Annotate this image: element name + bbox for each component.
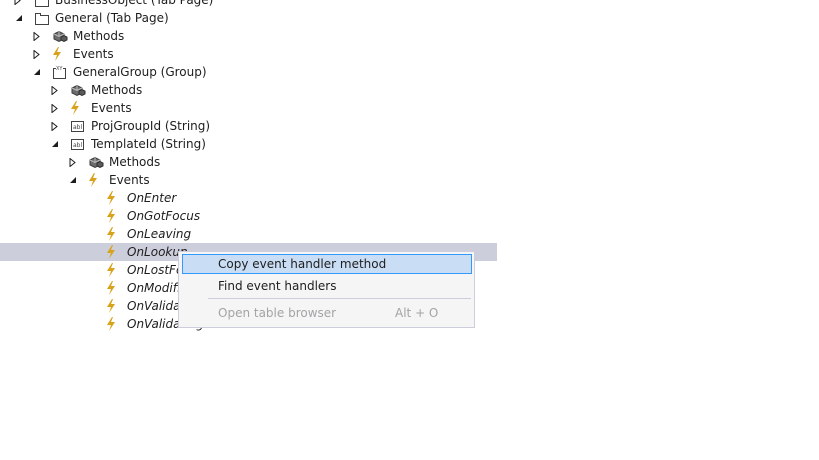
expand-arrow-icon[interactable] (32, 27, 42, 45)
menu-item-label: Open table browser (218, 306, 337, 320)
expand-arrow-icon[interactable] (13, 0, 23, 9)
tree-node-label: Methods (91, 83, 143, 97)
svg-text:abl: abl (73, 142, 82, 149)
collapse-arrow-icon[interactable] (32, 63, 42, 81)
tree-node-label: TemplateId (String) (91, 137, 206, 151)
collapse-arrow-icon[interactable] (68, 171, 78, 189)
tree-node-label: Methods (73, 29, 125, 43)
tree-node-general-tab-page[interactable]: General (Tab Page) (0, 9, 819, 27)
svg-text:XY: XY (56, 66, 63, 72)
expand-arrow-icon[interactable] (32, 45, 42, 63)
tree-node-businessobject-tab-page[interactable]: BusinessObject (Tab Page) (0, 0, 819, 9)
expand-arrow-icon[interactable] (50, 81, 60, 99)
event-icon (103, 226, 119, 242)
tree-node-label: Events (73, 47, 114, 61)
tree-node-label: OnLeaving (127, 227, 192, 241)
context-menu: Copy event handler method Find event han… (178, 251, 475, 328)
group-icon: XY (52, 64, 68, 80)
event-icon (103, 262, 119, 278)
tree-node-label: GeneralGroup (Group) (73, 65, 207, 79)
event-icon (103, 244, 119, 260)
menu-item-label: Find event handlers (218, 279, 337, 293)
methods-icon (88, 154, 104, 170)
tree-node-templateid[interactable]: abl TemplateId (String) (0, 135, 819, 153)
menu-item-copy-event-handler-method[interactable]: Copy event handler method (182, 254, 472, 274)
tree-node-methods[interactable]: Methods (0, 27, 819, 45)
tree-node-label: ProjGroupId (String) (91, 119, 211, 133)
tree-node-events[interactable]: Events (0, 99, 819, 117)
tree-node-events[interactable]: Events (0, 45, 819, 63)
menu-item-find-event-handlers[interactable]: Find event handlers (182, 276, 472, 296)
menu-separator (208, 298, 471, 299)
tab-page-icon (34, 10, 50, 26)
tree-node-onleaving[interactable]: OnLeaving (0, 225, 819, 243)
events-icon (67, 100, 83, 116)
collapse-arrow-icon[interactable] (50, 135, 60, 153)
tree-node-ongotfocus[interactable]: OnGotFocus (0, 207, 819, 225)
tree-node-label: Events (91, 101, 132, 115)
event-icon (103, 298, 119, 314)
tree-node-events[interactable]: Events (0, 171, 819, 189)
event-icon (103, 316, 119, 332)
tree-node-generalgroup[interactable]: XY GeneralGroup (Group) (0, 63, 819, 81)
tree-node-projgroupid[interactable]: abl ProjGroupId (String) (0, 117, 819, 135)
string-field-icon: abl (70, 136, 86, 152)
collapse-arrow-icon[interactable] (14, 9, 24, 27)
tree-node-label: Events (109, 173, 150, 187)
methods-icon (52, 28, 68, 44)
tree-node-label: General (Tab Page) (55, 11, 169, 25)
event-icon (103, 208, 119, 224)
event-icon (103, 190, 119, 206)
methods-icon (70, 82, 86, 98)
string-field-icon: abl (70, 118, 86, 134)
tree-node-label: Methods (109, 155, 161, 169)
tree-node-methods[interactable]: Methods (0, 153, 819, 171)
tree-node-label: OnGotFocus (127, 209, 201, 223)
expand-arrow-icon[interactable] (50, 99, 60, 117)
event-icon (103, 280, 119, 296)
events-icon (85, 172, 101, 188)
menu-item-shortcut: Alt + O (395, 306, 439, 320)
tree-node-label: BusinessObject (Tab Page) (55, 0, 214, 7)
expand-arrow-icon[interactable] (50, 117, 60, 135)
tree-node-methods[interactable]: Methods (0, 81, 819, 99)
events-icon (49, 46, 65, 62)
menu-item-label: Copy event handler method (218, 257, 387, 271)
menu-item-open-table-browser[interactable]: Open table browser Alt + O (182, 303, 472, 323)
tab-page-icon (34, 0, 50, 8)
svg-text:abl: abl (73, 124, 82, 131)
tree-node-onenter[interactable]: OnEnter (0, 189, 819, 207)
expand-arrow-icon[interactable] (68, 153, 78, 171)
tree-node-label: OnEnter (127, 191, 177, 205)
